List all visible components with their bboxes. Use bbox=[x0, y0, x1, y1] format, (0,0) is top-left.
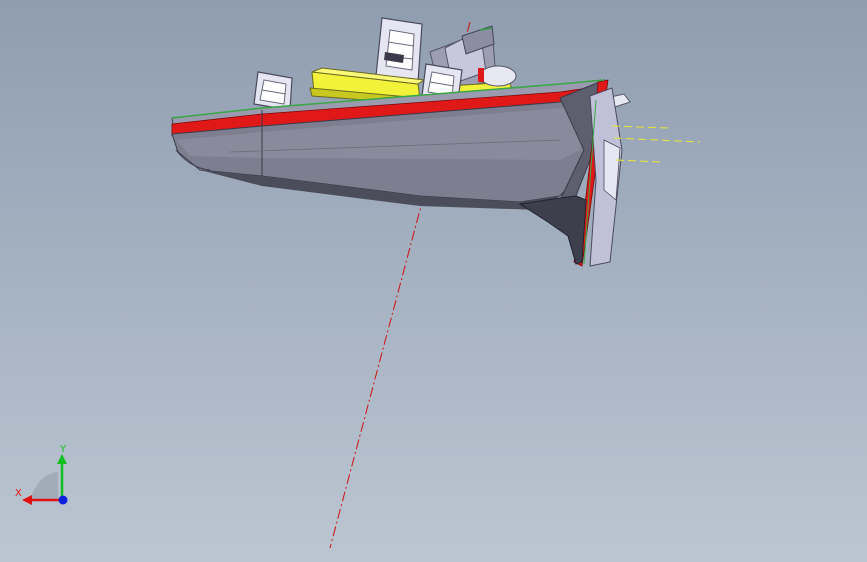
x-axis-arrowhead bbox=[22, 495, 32, 505]
seat-frame-upper bbox=[375, 17, 423, 83]
seat-frame-left bbox=[253, 71, 293, 111]
hull bbox=[171, 79, 623, 267]
y-axis-label: Y bbox=[59, 444, 67, 455]
z-axis-dot bbox=[58, 495, 68, 505]
waterline-markers bbox=[611, 125, 701, 163]
cad-graphics-viewport[interactable]: Y X bbox=[0, 0, 867, 562]
coordinate-triad[interactable]: Y X bbox=[10, 438, 80, 513]
triad-plane-shading bbox=[30, 472, 58, 500]
boat-model-scene[interactable] bbox=[0, 0, 867, 562]
x-axis-label: X bbox=[15, 488, 22, 499]
y-axis-arrowhead bbox=[57, 454, 67, 464]
